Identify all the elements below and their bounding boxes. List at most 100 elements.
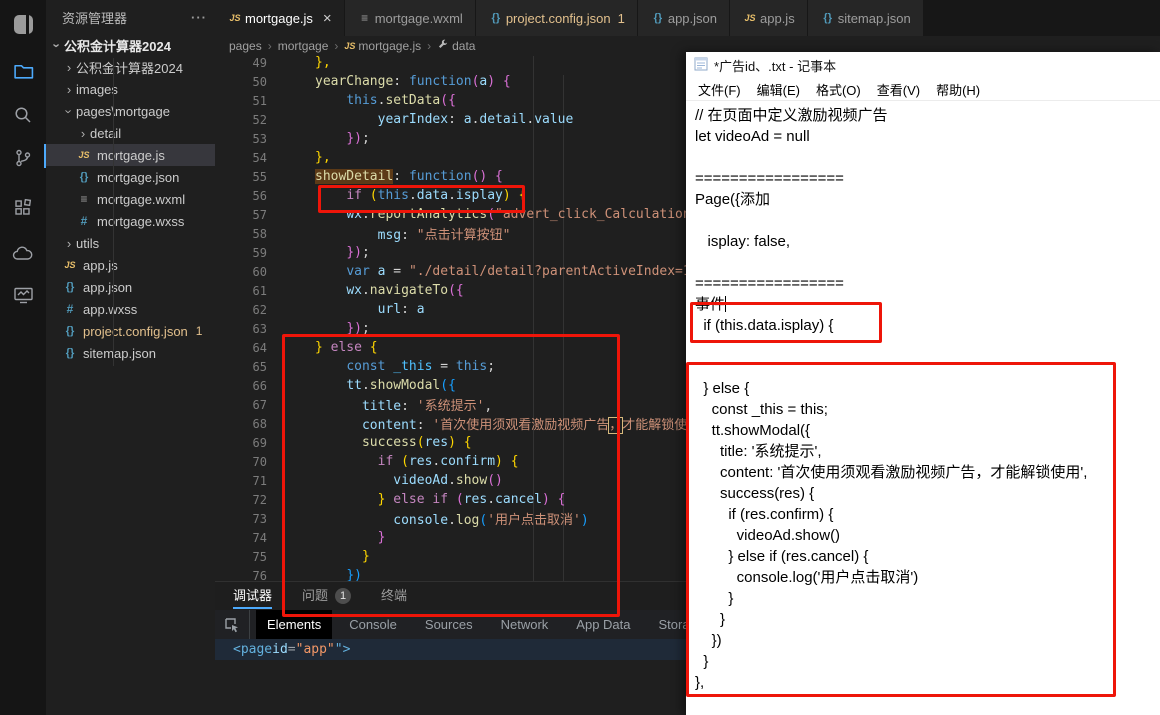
code-text: var a = "./detail/detail?parentActiveInd… (346, 264, 699, 279)
sidebar-item-mortgage-js[interactable]: JS mortgage.js (46, 144, 215, 166)
notepad-menu-v[interactable]: 查看(V) (869, 80, 928, 99)
code-line-75[interactable]: 75 } (215, 547, 716, 566)
notepad-line: let videoAd = null (695, 128, 810, 145)
app-logo-icon[interactable] (11, 12, 35, 36)
code-line-57[interactable]: 57 wx.reportAnalytics("advert_click_Calc… (215, 205, 716, 224)
code-line-52[interactable]: 52 yearIndex: a.detail.value (215, 110, 716, 129)
notepad-line: } (695, 653, 709, 670)
cloud-icon[interactable] (11, 242, 35, 266)
item-label: pages\mortgage (76, 103, 170, 119)
code-text: }, (315, 150, 331, 165)
sidebar-item-mortgage-json[interactable]: {} mortgage.json (46, 166, 215, 188)
devtools-tab-app-data[interactable]: App Data (565, 610, 641, 639)
panel-tab-问题[interactable]: 问题 1 (302, 582, 352, 610)
sidebar-item-pages-mortgage[interactable]: › pages\mortgage (46, 100, 215, 122)
breadcrumb-item-data[interactable]: data (437, 39, 475, 54)
line-number: 74 (252, 530, 267, 545)
inspect-element-icon[interactable] (215, 610, 250, 639)
code-text: title: '系统提示', (361, 399, 493, 414)
tab-label: mortgage.js (245, 10, 313, 26)
code-line-64[interactable]: 64} else { (215, 338, 716, 357)
code-line-74[interactable]: 74 } (215, 528, 716, 547)
notepad-menu-h[interactable]: 帮助(H) (928, 80, 988, 99)
sidebar-item-project-config-json[interactable]: {} project.config.json 1 (46, 320, 215, 342)
sidebar-item-app-wxss[interactable]: # app.wxss (46, 298, 215, 320)
panel-tab-终端[interactable]: 终端 (381, 582, 407, 610)
code-line-58[interactable]: 58 msg: "点击计算按钮" (215, 224, 716, 244)
sidebar-item-images[interactable]: › images (46, 78, 215, 100)
item-label: app.json (83, 279, 133, 295)
sidebar-item-detail[interactable]: › detail (46, 122, 215, 144)
code-line-55[interactable]: 55 showDetail: function() { (215, 167, 716, 186)
notepad-menu-e[interactable]: 编辑(E) (749, 80, 808, 99)
performance-icon[interactable] (11, 283, 35, 307)
code-line-51[interactable]: 51 this.setData({ (215, 91, 716, 110)
sidebar-header: 资源管理器 ··· (46, 0, 215, 34)
devtools-tab-sources[interactable]: Sources (414, 610, 484, 639)
search-icon[interactable] (11, 103, 35, 127)
code-text: } (377, 530, 386, 545)
code-line-65[interactable]: 65 const _this = this; (215, 357, 716, 376)
code-line-68[interactable]: 68 content: '首次使用须观看激励视频广告，才能解锁使用', (215, 414, 716, 434)
notepad-menu-o[interactable]: 格式(O) (808, 80, 869, 99)
code-line-69[interactable]: 69 success(res) { (215, 433, 716, 452)
sidebar-item-app-js[interactable]: JS app.js (46, 254, 215, 276)
chevron-right-icon: › (66, 59, 72, 75)
code-line-71[interactable]: 71 videoAd.show() (215, 471, 716, 490)
explorer-folder-icon[interactable] (11, 59, 35, 83)
tab-project-config-json[interactable]: {} project.config.json 1 (475, 0, 638, 36)
sidebar-item-utils[interactable]: › utils (46, 232, 215, 254)
tab-app-json[interactable]: {} app.json (637, 0, 730, 36)
devtools-tab-console[interactable]: Console (338, 610, 408, 639)
code-line-66[interactable]: 66 tt.showModal({ (215, 376, 716, 395)
panel-tab-调试器[interactable]: 调试器 (233, 582, 273, 610)
code-line-60[interactable]: 60 var a = "./detail/detail?parentActive… (215, 262, 716, 281)
breadcrumb-item-mortgage[interactable]: mortgage (278, 39, 329, 53)
editor-tabstrip: JS mortgage.js × ≡ mortgage.wxml {} project.co… (215, 0, 1160, 36)
line-number: 69 (252, 435, 267, 450)
code-line-67[interactable]: 67 title: '系统提示', (215, 395, 716, 415)
sidebar-item--2024[interactable]: › 公积金计算器2024 (46, 56, 215, 78)
notepad-line: console.log('用户点击取消') (695, 569, 919, 586)
sidebar-item-mortgage-wxml[interactable]: ≡ mortgage.wxml (46, 188, 215, 210)
line-number: 63 (252, 321, 267, 336)
code-line-70[interactable]: 70 if (res.confirm) { (215, 452, 716, 471)
extensions-icon[interactable] (11, 196, 35, 220)
code-line-50[interactable]: 50 yearChange: function(a) { (215, 72, 716, 91)
devtools-tab-network[interactable]: Network (490, 610, 560, 639)
breadcrumb-item-pages[interactable]: pages (229, 39, 262, 53)
notepad-titlebar[interactable]: *广告id、.txt - 记事本 (686, 52, 1160, 78)
sidebar-item-app-json[interactable]: {} app.json (46, 276, 215, 298)
line-number: 54 (252, 150, 267, 165)
notepad-menu-f[interactable]: 文件(F) (690, 80, 749, 99)
code-line-53[interactable]: 53 }); (215, 129, 716, 148)
source-control-icon[interactable] (11, 146, 35, 170)
code-line-62[interactable]: 62 url: a (215, 300, 716, 319)
breadcrumb-item-mortgage-js[interactable]: JS mortgage.js (344, 39, 421, 53)
tab-app-js[interactable]: JS app.js (730, 0, 808, 36)
more-actions-icon[interactable]: ··· (191, 10, 207, 25)
code-line-72[interactable]: 72 } else if (res.cancel) { (215, 490, 716, 509)
devtools-tab-elements[interactable]: Elements (256, 610, 333, 639)
notepad-text-area[interactable]: // 在页面中定义激励视频广告 let videoAd = null =======… (686, 102, 1160, 715)
sidebar-item-sitemap-json[interactable]: {} sitemap.json (46, 342, 215, 364)
close-icon[interactable]: × (323, 11, 332, 26)
sidebar-item-mortgage-wxss[interactable]: # mortgage.wxss (46, 210, 215, 232)
code-line-63[interactable]: 63 }); (215, 319, 716, 338)
code-line-56[interactable]: 56 if (this.data.isplay) { (215, 186, 716, 205)
item-label: mortgage.wxss (97, 213, 185, 229)
tree-root-folder[interactable]: › 公积金计算器2024 (46, 34, 215, 56)
line-number: 49 (252, 56, 267, 70)
tab-label: sitemap.json (837, 10, 911, 26)
code-line-61[interactable]: 61 wx.navigateTo({ (215, 281, 716, 300)
code-line-59[interactable]: 59 }); (215, 243, 716, 262)
line-number: 55 (252, 169, 267, 184)
code-line-49[interactable]: 49}, (215, 56, 716, 72)
activity-bar (0, 0, 46, 715)
tab-mortgage-js[interactable]: JS mortgage.js × (215, 0, 345, 36)
tab-sitemap-json[interactable]: {} sitemap.json (807, 0, 924, 36)
code-line-73[interactable]: 73 console.log('用户点击取消') (215, 509, 716, 529)
js-file-icon: JS (229, 13, 241, 23)
code-line-54[interactable]: 54}, (215, 148, 716, 167)
tab-mortgage-wxml[interactable]: ≡ mortgage.wxml (344, 0, 476, 36)
